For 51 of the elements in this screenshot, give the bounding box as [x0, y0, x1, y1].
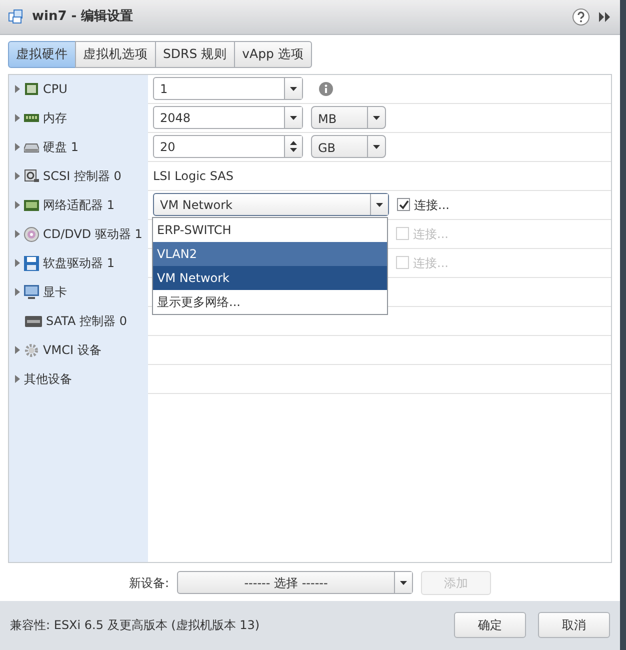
monitor-icon — [24, 284, 39, 300]
unit-dropdown[interactable]: GB — [311, 135, 386, 158]
caret-icon — [290, 116, 297, 120]
combo-field[interactable]: 2048 — [153, 106, 303, 130]
device-label[interactable]: 网络适配器 1 — [43, 196, 114, 214]
caret-icon — [376, 202, 383, 207]
dropdown-option[interactable]: VLAN2 — [153, 242, 387, 266]
connect-checkbox[interactable]: 连接... — [397, 196, 450, 214]
spinner-arrows-icon — [290, 141, 297, 152]
disc-icon — [24, 226, 39, 242]
caret-icon — [400, 580, 408, 585]
dropdown-option[interactable]: 显示更多网络... — [153, 290, 387, 314]
check-icon — [398, 200, 408, 210]
tab[interactable]: 虚拟机选项 — [75, 41, 156, 68]
window-title: win7 - 编辑设置 — [32, 8, 134, 26]
spin-field[interactable]: 20 — [153, 135, 303, 158]
device-label[interactable]: 硬盘 1 — [43, 138, 78, 156]
dropdown-option[interactable]: ERP-SWITCH — [153, 218, 387, 242]
combo-field[interactable]: 1 — [153, 77, 303, 100]
tab[interactable]: SDRS 规则 — [155, 41, 236, 68]
device-label[interactable]: 其他设备 — [24, 370, 72, 388]
caret-icon — [373, 144, 380, 149]
tab[interactable]: vApp 选项 — [234, 41, 312, 68]
device-label[interactable]: SCSI 控制器 0 — [43, 167, 122, 186]
unit-dropdown[interactable]: MB — [311, 106, 386, 130]
gear-icon — [24, 342, 39, 358]
device-label[interactable]: CPU — [43, 80, 68, 98]
controller-icon — [24, 168, 39, 184]
network-dropdown[interactable]: VM Network — [153, 193, 389, 216]
device-label[interactable]: 软盘驱动器 1 — [43, 254, 114, 272]
device-type-dropdown[interactable]: ------ 选择 ------ — [177, 571, 414, 594]
caret-icon — [373, 116, 380, 120]
compatibility-text: 兼容性: ESXi 6.5 及更高版本 (虚拟机版本 13) — [10, 617, 261, 634]
dropdown-option[interactable]: VM Network — [153, 266, 387, 290]
device-label[interactable]: 内存 — [43, 109, 67, 128]
caret-icon — [290, 86, 297, 91]
cpu-chip-icon — [24, 82, 39, 97]
device-label[interactable]: SATA 控制器 0 — [46, 312, 127, 330]
device-label[interactable]: CD/DVD 驱动器 1 — [43, 225, 142, 244]
help-icon — [572, 8, 590, 26]
dialog-button[interactable]: 确定 — [454, 612, 526, 638]
dialog-button[interactable]: 取消 — [538, 612, 610, 638]
device-label[interactable]: 显卡 — [43, 283, 67, 302]
tab[interactable]: 虚拟硬件 — [8, 41, 76, 68]
network-card-icon — [24, 198, 39, 213]
controller-type-text: LSI Logic SAS — [153, 168, 234, 185]
controller-chip-icon — [25, 314, 42, 329]
expand-panel-icon — [598, 11, 612, 23]
device-label[interactable]: VMCI 设备 — [43, 341, 102, 360]
window-icon — [8, 9, 24, 25]
new-device-label: 新设备: — [128, 574, 170, 592]
